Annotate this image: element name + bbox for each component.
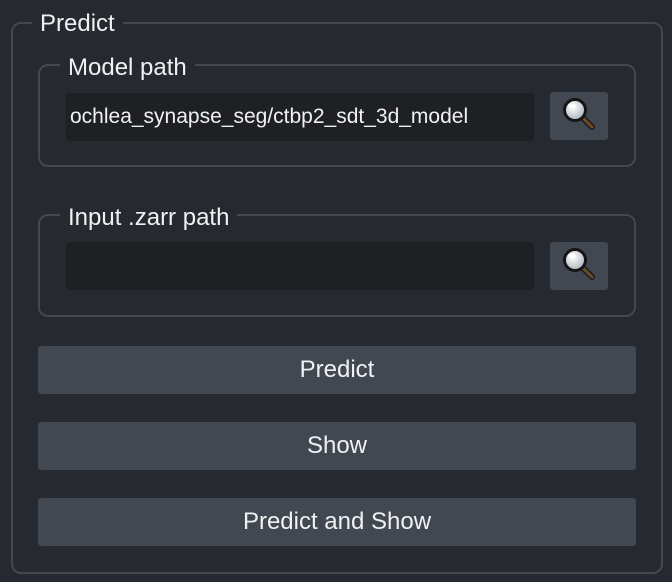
model-path-browse-button[interactable]: [550, 92, 608, 140]
model-path-input[interactable]: [70, 93, 534, 141]
input-zarr-label: Input .zarr path: [60, 204, 238, 232]
magnifier-icon: [561, 246, 597, 287]
predict-button[interactable]: Predict: [38, 346, 636, 394]
model-path-field[interactable]: [66, 93, 534, 141]
model-path-label: Model path: [60, 54, 195, 82]
input-zarr-input[interactable]: [70, 242, 534, 290]
input-zarr-browse-button[interactable]: [550, 242, 608, 290]
predict-group-title: Predict: [32, 10, 123, 38]
show-button[interactable]: Show: [38, 422, 636, 470]
predict-and-show-button[interactable]: Predict and Show: [38, 498, 636, 546]
input-zarr-field[interactable]: [66, 242, 534, 290]
magnifier-icon: [561, 96, 597, 137]
